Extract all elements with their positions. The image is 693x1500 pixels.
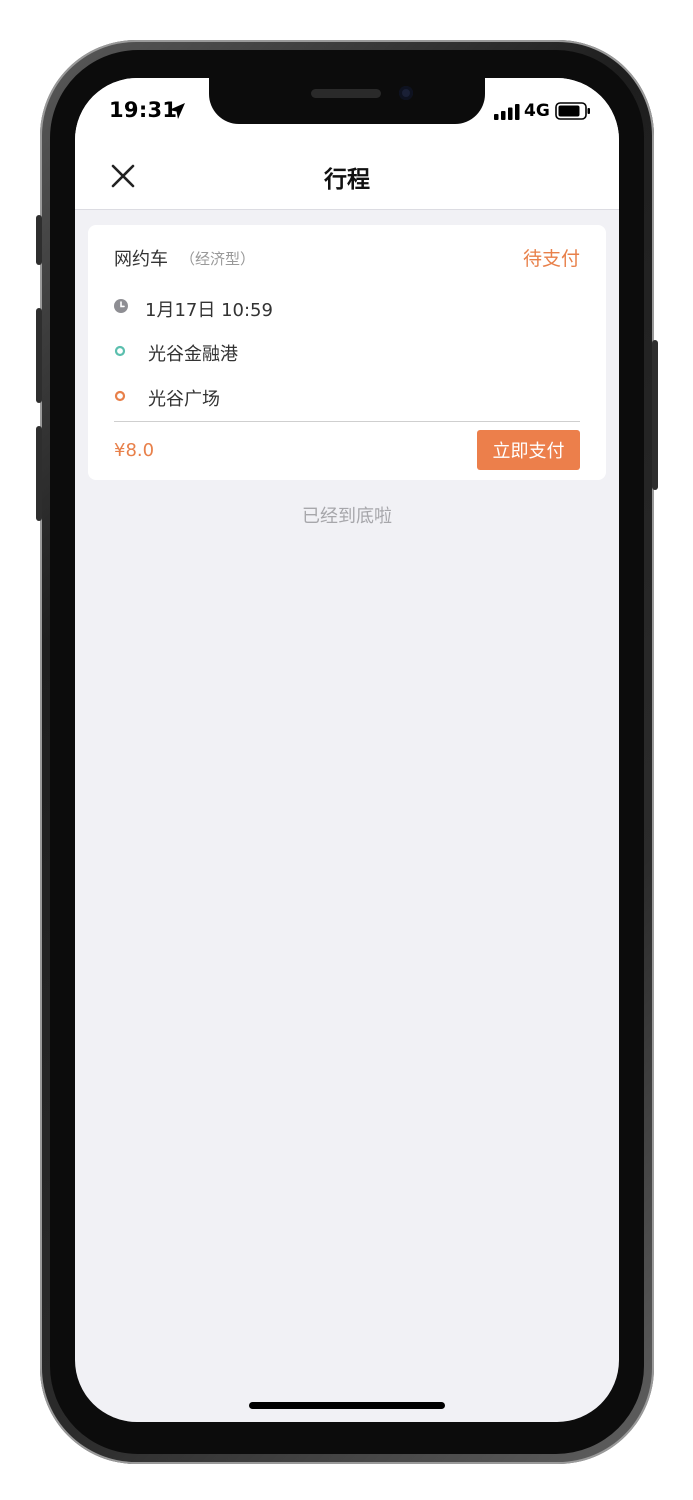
order-status-badge: 待支付 <box>522 248 580 270</box>
destination-location: 光谷广场 <box>148 389 220 410</box>
clock-icon <box>114 299 128 313</box>
origin-location: 光谷金融港 <box>148 344 238 365</box>
trip-time: 1月17日 10:59 <box>145 300 273 321</box>
battery-icon <box>555 102 590 120</box>
service-name: 网约车 <box>114 249 168 270</box>
location-arrow-icon <box>169 103 185 119</box>
signal-bars-icon <box>494 104 520 120</box>
volume-up-button <box>36 308 42 403</box>
trip-price: ¥8.0 <box>114 440 155 461</box>
list-end-text: 已经到底啦 <box>302 506 392 527</box>
card-divider <box>114 421 580 422</box>
screen: 19:31 4G 行程 网约车 （经济型） 待支付 1月17日 10:59 光谷… <box>75 78 619 1422</box>
nav-bar: 行程 <box>75 140 619 210</box>
network-type: 4G <box>524 101 550 121</box>
trip-card[interactable]: 网约车 （经济型） 待支付 1月17日 10:59 光谷金融港 光谷广场 ¥8.… <box>88 225 606 480</box>
pay-now-button[interactable]: 立即支付 <box>477 430 580 470</box>
home-indicator[interactable] <box>249 1402 445 1409</box>
front-camera <box>399 86 413 100</box>
earpiece-speaker <box>311 89 381 98</box>
silent-switch <box>36 215 42 265</box>
origin-dot-icon <box>114 345 126 357</box>
service-type: （经济型） <box>180 250 256 268</box>
volume-down-button <box>36 426 42 521</box>
power-button <box>652 340 658 490</box>
notch <box>209 78 485 124</box>
destination-dot-icon <box>114 390 126 402</box>
page-title: 行程 <box>324 167 370 193</box>
